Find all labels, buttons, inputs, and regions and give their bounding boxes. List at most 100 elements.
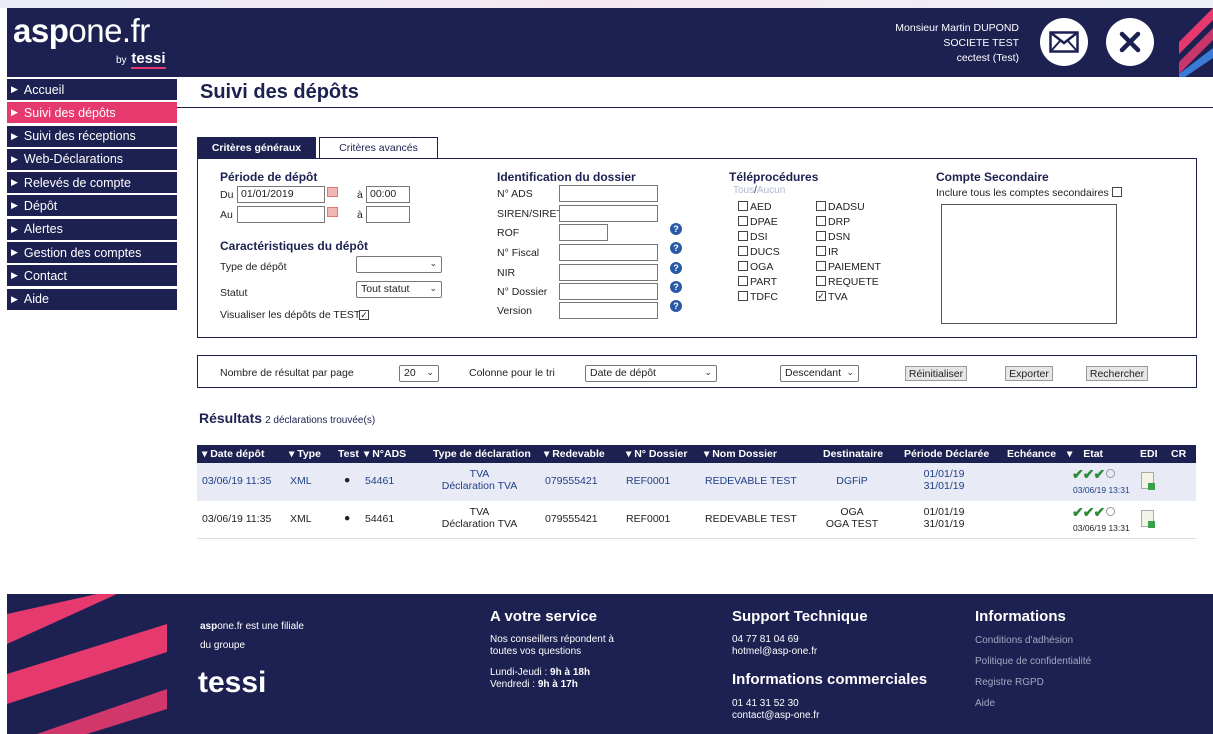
sidebar-item-alertes[interactable]: ▶ Alertes <box>7 218 177 240</box>
tous-link[interactable]: Tous <box>733 185 754 196</box>
tele-aed-label: AED <box>750 201 772 213</box>
edi-document-icon[interactable] <box>1141 510 1155 528</box>
tab-criteres-generaux[interactable]: Critères généraux <box>197 137 316 159</box>
sidebar-item-releves[interactable]: ▶ Relevés de compte <box>7 172 177 194</box>
col-type[interactable]: ▾ Type <box>289 448 321 460</box>
time-au-input[interactable] <box>366 206 410 223</box>
checkbox-tdfc[interactable] <box>738 291 748 301</box>
checkbox-dadsu[interactable] <box>816 201 826 211</box>
mail-button[interactable] <box>1040 18 1088 66</box>
nir-input[interactable] <box>559 264 658 281</box>
test-checkbox[interactable]: ✓ <box>359 310 369 320</box>
tab-criteres-avances[interactable]: Critères avancés <box>319 137 438 158</box>
siren-label: SIREN/SIRET <box>497 208 563 220</box>
checkbox-drp[interactable] <box>816 216 826 226</box>
compte-secondaire-label: Inclure tous les comptes secondaires <box>936 187 1109 199</box>
rof-input[interactable] <box>559 224 608 241</box>
aucun-link[interactable]: Aucun <box>757 185 785 196</box>
sort-column-select[interactable]: Date de dépôt ⌄ <box>585 365 717 382</box>
siren-input[interactable] <box>559 205 658 222</box>
sidebar-item-accueil[interactable]: ▶ Accueil <box>7 79 177 100</box>
footer-link-rgpd[interactable]: Registre RGPD <box>975 677 1044 688</box>
footer-filiale: aspone.fr est une filiale <box>200 621 304 633</box>
help-icon[interactable]: ? <box>670 281 682 293</box>
sidebar-item-suivi-depots[interactable]: ▶ Suivi des dépôts <box>7 102 177 124</box>
checkbox-dsi[interactable] <box>738 231 748 241</box>
du-label: Du <box>220 189 234 201</box>
type-depot-select[interactable]: ⌄ <box>356 256 442 273</box>
cell-nads[interactable]: 54461 <box>365 475 394 487</box>
checkbox-oga[interactable] <box>738 261 748 271</box>
edi-document-icon[interactable] <box>1141 472 1155 490</box>
checkbox-dpae[interactable] <box>738 216 748 226</box>
checkbox-part[interactable] <box>738 276 748 286</box>
statut-select[interactable]: Tout statut ⌄ <box>356 281 442 298</box>
export-button[interactable]: Exporter <box>1005 366 1053 381</box>
checkbox-ducs[interactable] <box>738 246 748 256</box>
table-row[interactable]: 03/06/19 11:35 XML ● 54461 TVA Déclarati… <box>197 463 1196 501</box>
reset-button[interactable]: Réinitialiser <box>905 366 967 381</box>
checkbox-aed[interactable] <box>738 201 748 211</box>
sidebar-item-web-declarations[interactable]: ▶ Web-Déclarations <box>7 148 177 170</box>
cell-destinataire-detail: OGA TEST <box>825 518 879 530</box>
help-icon[interactable]: ? <box>670 262 682 274</box>
footer-link-conditions[interactable]: Conditions d'adhésion <box>975 635 1073 646</box>
search-button[interactable]: Rechercher <box>1086 366 1148 381</box>
per-page-select[interactable]: 20 ⌄ <box>399 365 439 382</box>
col-dossier[interactable]: ▾ N° Dossier <box>626 448 687 460</box>
help-icon[interactable]: ? <box>670 242 682 254</box>
compte-secondaire-checkbox[interactable] <box>1112 187 1122 197</box>
date-du-input[interactable]: 01/01/2019 <box>237 186 325 203</box>
checkbox-dsn[interactable] <box>816 231 826 241</box>
sidebar-item-contact[interactable]: ▶ Contact <box>7 265 177 287</box>
table-row[interactable]: 03/06/19 11:35 XML ● 54461 TVA Déclarati… <box>197 501 1196 539</box>
col-label: CR <box>1171 448 1187 460</box>
checkbox-requete[interactable] <box>816 276 826 286</box>
col-nom-dossier[interactable]: ▾ Nom Dossier <box>704 448 777 460</box>
cell-destinataire: OGA <box>840 506 864 518</box>
sort-order-select[interactable]: Descendant ⌄ <box>780 365 859 382</box>
footer-link-confidentialite[interactable]: Politique de confidentialité <box>975 656 1091 667</box>
calendar-icon[interactable] <box>327 207 338 217</box>
statut-label: Statut <box>220 287 248 299</box>
fiscal-input[interactable] <box>559 244 658 261</box>
col-cr: CR <box>1171 448 1186 460</box>
periode-title: Période de dépôt <box>220 170 318 184</box>
per-page-value: 20 <box>404 367 416 379</box>
dossier-input[interactable] <box>559 283 658 300</box>
calendar-icon[interactable] <box>327 187 338 197</box>
version-input[interactable] <box>559 302 658 319</box>
cell-redevable: 079555421 <box>545 475 598 487</box>
sidebar-item-gestion-comptes[interactable]: ▶ Gestion des comptes <box>7 242 177 264</box>
footer-tessi-logo[interactable]: tessi <box>198 666 266 700</box>
footer-link-aide[interactable]: Aide <box>975 698 995 709</box>
sidebar-item-depot[interactable]: ▶ Dépôt <box>7 195 177 217</box>
comptes-list-box[interactable] <box>941 204 1117 324</box>
date-au-input[interactable] <box>237 206 325 223</box>
checkbox-tva[interactable]: ✓ <box>816 291 826 301</box>
cell-type: XML <box>290 513 312 525</box>
sidebar-item-suivi-receptions[interactable]: ▶ Suivi des réceptions <box>7 125 177 147</box>
cell-decl-name: Déclaration TVA <box>441 518 518 530</box>
logout-button[interactable] <box>1106 18 1154 66</box>
time-du-input[interactable]: 00:00 <box>366 186 410 203</box>
help-icon[interactable]: ? <box>670 223 682 235</box>
col-etat[interactable]: ▾ Etat <box>1067 448 1103 460</box>
logo-by-tessi: by tessi <box>116 50 166 69</box>
sidebar-item-label: Accueil <box>23 82 65 97</box>
ads-input[interactable] <box>559 185 658 202</box>
footer-commercial-mail[interactable]: contact@asp-one.fr <box>732 710 819 722</box>
header: aspone.fr by tessi Monsieur Martin DUPON… <box>7 8 1213 77</box>
asp-one-logo[interactable]: aspone.fr by tessi <box>13 14 166 69</box>
col-nads[interactable]: ▾ N°ADS <box>364 448 406 460</box>
help-icon[interactable]: ? <box>670 300 682 312</box>
col-date-depot[interactable]: ▾ Date dépôt <box>202 448 264 460</box>
cell-date[interactable]: 03/06/19 11:35 <box>202 475 271 487</box>
footer-support-mail[interactable]: hotmel@asp-one.fr <box>732 646 817 658</box>
checkbox-ir[interactable] <box>816 246 826 256</box>
col-redevable[interactable]: ▾ Redevable <box>544 448 605 460</box>
cell-date[interactable]: 03/06/19 11:35 <box>202 513 271 525</box>
checkbox-paiement[interactable] <box>816 261 826 271</box>
cell-nads[interactable]: 54461 <box>365 513 394 525</box>
sidebar-item-aide[interactable]: ▶ Aide <box>7 288 177 310</box>
